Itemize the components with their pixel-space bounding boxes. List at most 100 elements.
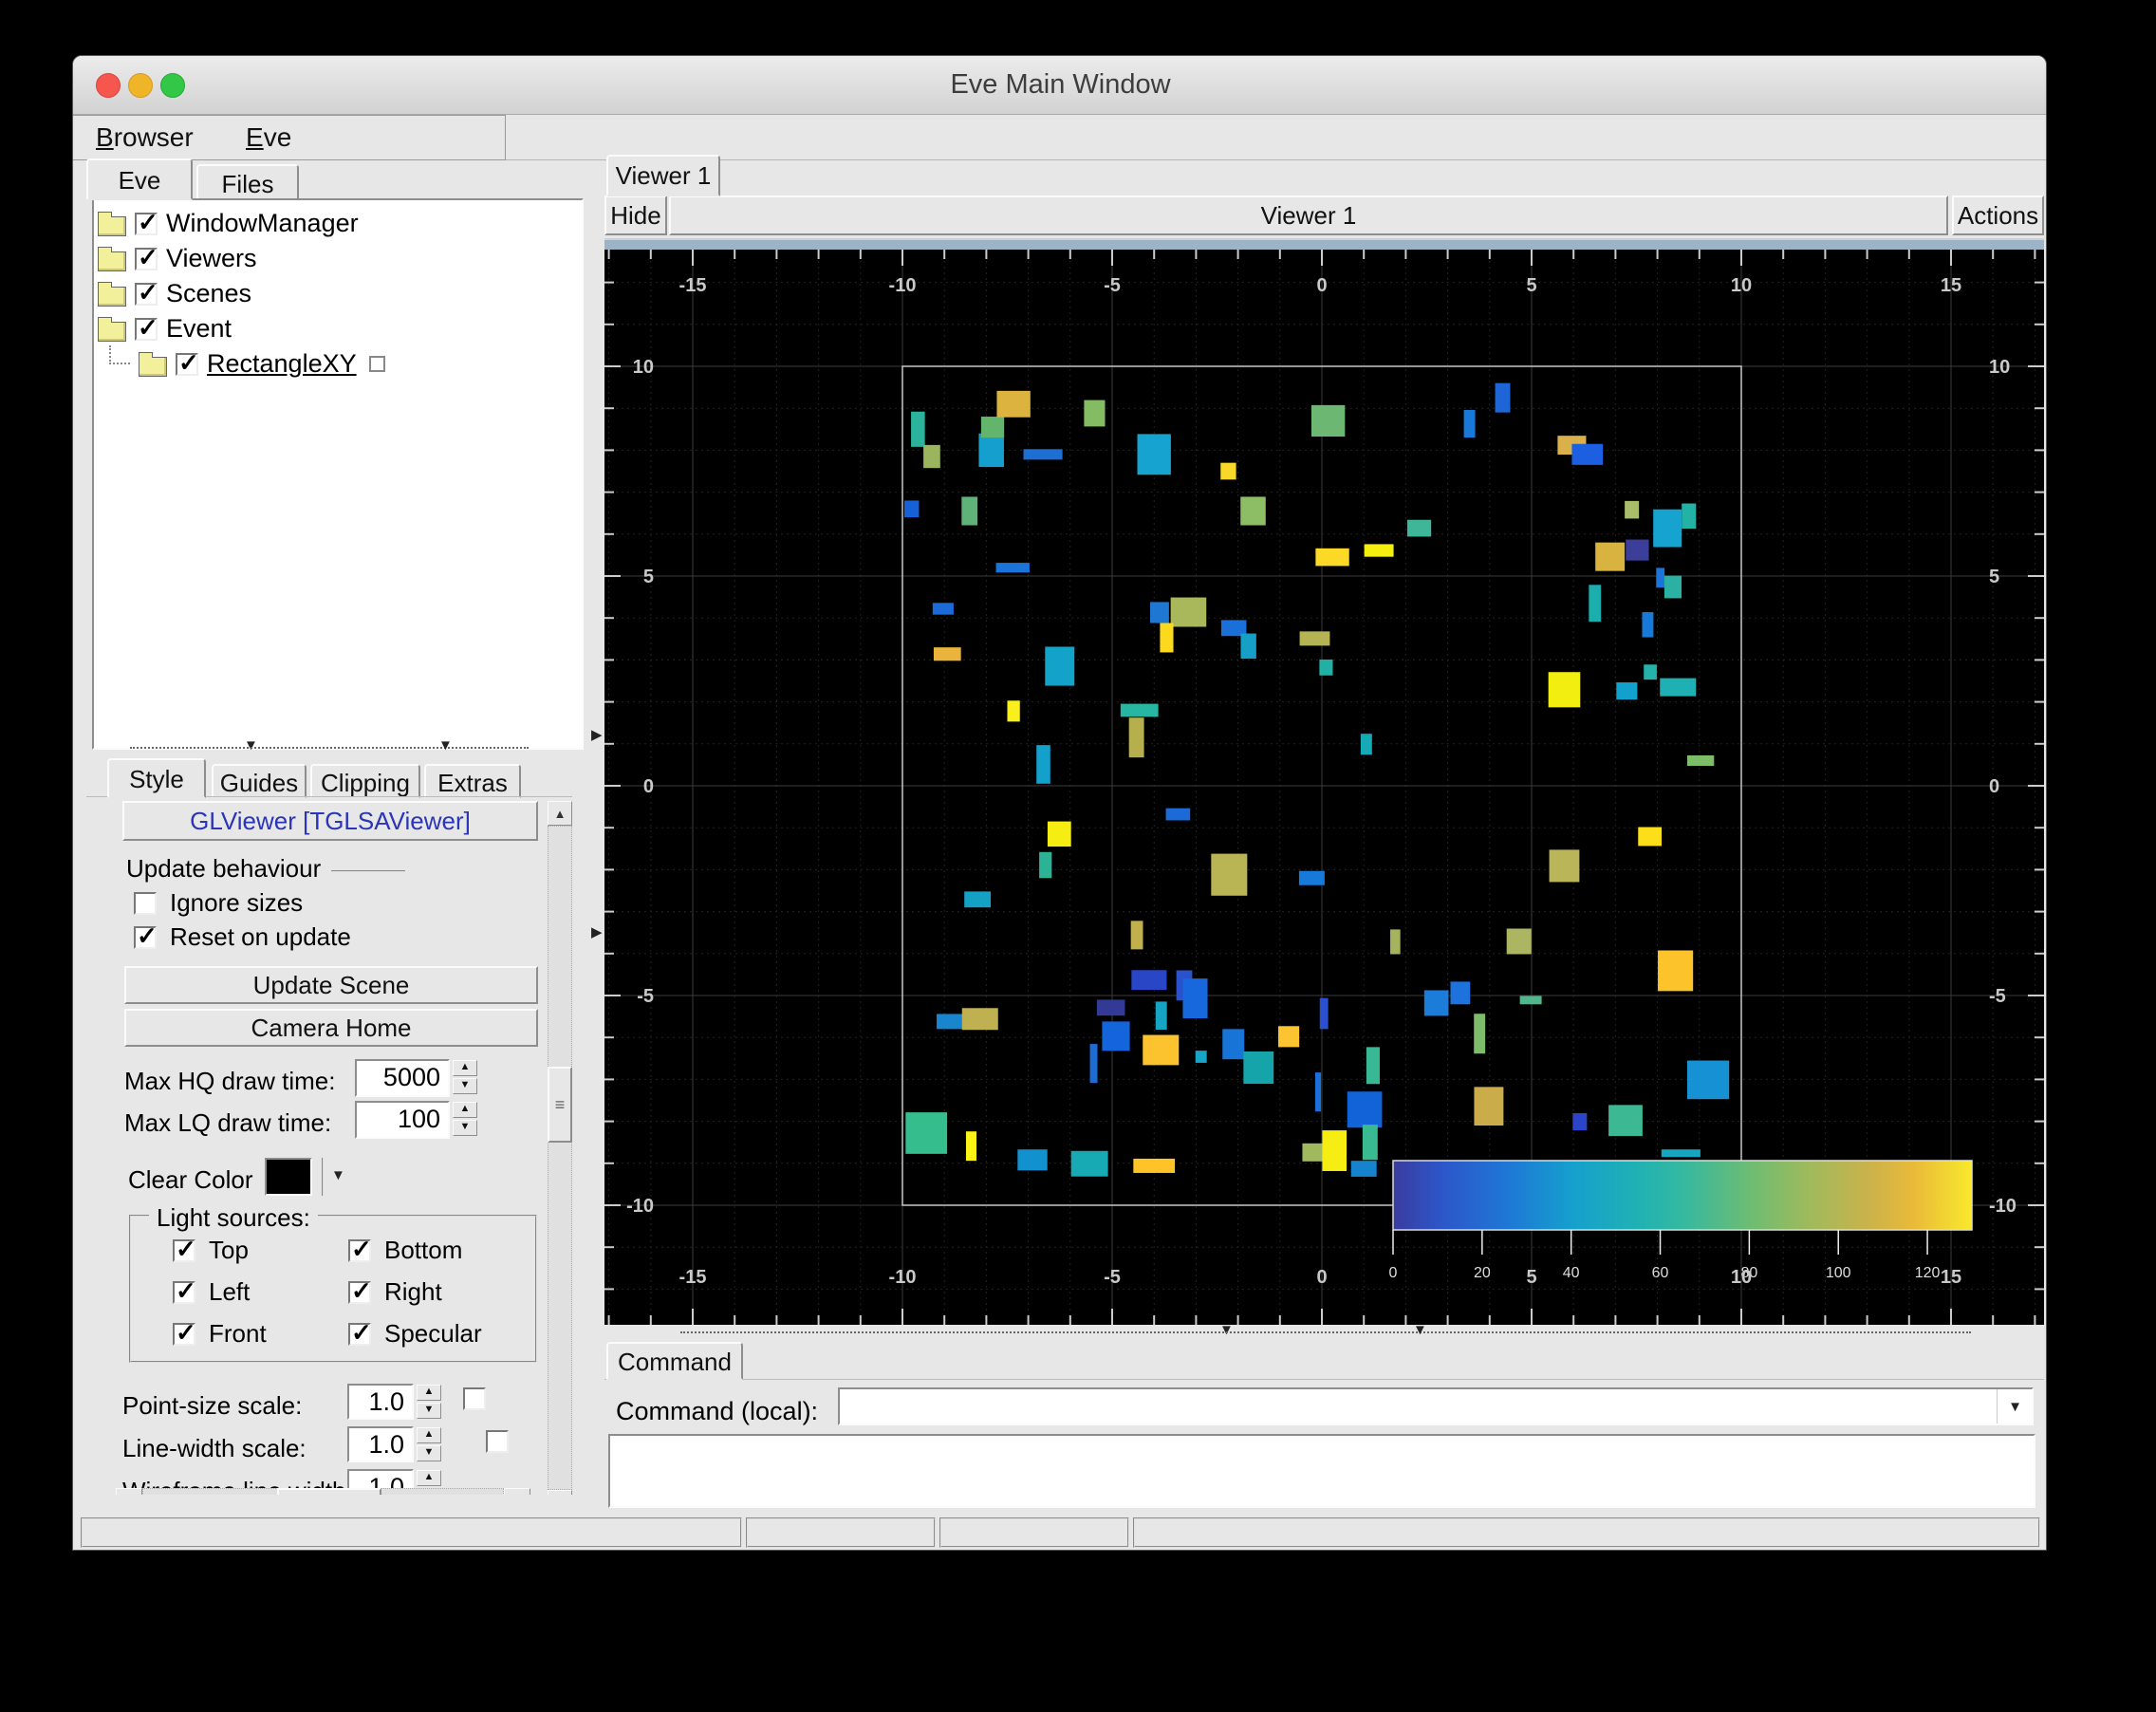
minimize-button[interactable] xyxy=(128,73,153,98)
max-hq-field[interactable]: 5000 xyxy=(355,1059,450,1097)
light-front-row[interactable]: Front xyxy=(173,1318,267,1349)
splitter-arrow-icon[interactable]: ▼ xyxy=(1219,1322,1234,1338)
tree-item-viewers[interactable]: Viewers xyxy=(98,241,578,276)
x-axis-tick-label: 5 xyxy=(1526,1267,1536,1288)
vscroll-track[interactable] xyxy=(548,826,572,1490)
tree-item-checkbox[interactable] xyxy=(135,313,158,343)
spin-down-icon[interactable]: ▼ xyxy=(453,1078,477,1094)
colorbar xyxy=(1392,1160,1973,1231)
actions-button[interactable]: Actions xyxy=(1952,195,2044,235)
max-lq-field[interactable]: 100 xyxy=(355,1101,450,1139)
tab-guides[interactable]: Guides xyxy=(212,764,307,798)
scale-row-spinner[interactable]: ▲▼ xyxy=(417,1385,441,1419)
max-lq-spinner[interactable]: ▲ ▼ xyxy=(453,1102,477,1136)
scene-rect xyxy=(1474,1014,1486,1054)
spin-up-icon[interactable]: ▲ xyxy=(417,1385,441,1401)
scroll-left-icon[interactable]: ◀ xyxy=(116,1488,142,1495)
max-hq-spinner[interactable]: ▲ ▼ xyxy=(453,1060,477,1094)
tab-files[interactable]: Files xyxy=(196,164,299,200)
viewer-header[interactable]: Viewer 1 xyxy=(669,195,1948,235)
panel-splitter-arrow-icon[interactable]: ▶ xyxy=(591,726,603,743)
spin-up-icon[interactable]: ▲ xyxy=(417,1427,441,1443)
command-combobox[interactable]: ▼ xyxy=(838,1387,2034,1425)
tab-viewer-1[interactable]: Viewer 1 xyxy=(606,155,720,196)
tab-clipping[interactable]: Clipping xyxy=(310,764,420,798)
splitter-arrow-icon[interactable]: ▼ xyxy=(438,737,453,754)
menu-eve[interactable]: Eve xyxy=(246,122,291,153)
scene-rect xyxy=(1133,1158,1176,1173)
tree-item-selection-box[interactable] xyxy=(368,356,385,372)
tree-item-label[interactable]: RectangleXY xyxy=(207,349,357,379)
update-scene-button[interactable]: Update Scene xyxy=(124,966,538,1004)
scene-rect xyxy=(1519,996,1542,1005)
light-specular-checkbox[interactable] xyxy=(348,1318,372,1348)
hscroll-thumb[interactable]: ||| xyxy=(277,1488,381,1495)
spin-down-icon[interactable]: ▼ xyxy=(453,1120,477,1136)
style-vscrollbar[interactable]: ▲ ≡ ▼ xyxy=(548,801,572,1495)
tab-command[interactable]: Command xyxy=(606,1342,743,1380)
spin-up-icon[interactable]: ▲ xyxy=(453,1060,477,1076)
viewport-canvas: 0 20 40 60 80 100 120-15-15-10-10-5-5005510101… xyxy=(604,250,2044,1325)
light-top-checkbox[interactable] xyxy=(173,1235,196,1264)
tree-item-checkbox[interactable] xyxy=(135,278,158,307)
spin-down-icon[interactable]: ▼ xyxy=(417,1445,441,1461)
tree-item-label[interactable]: Scenes xyxy=(166,279,251,308)
tree-item-label[interactable]: WindowManager xyxy=(166,209,359,238)
light-top-row[interactable]: Top xyxy=(173,1235,249,1265)
reset-on-update-row[interactable]: Reset on update xyxy=(134,921,351,952)
style-hscrollbar[interactable]: ◀ ||| ▶ xyxy=(116,1488,530,1495)
zoom-button[interactable] xyxy=(160,73,185,98)
scale-row-field[interactable]: 1.0 xyxy=(347,1384,414,1420)
tree-item-checkbox[interactable] xyxy=(176,348,199,378)
light-bottom-row[interactable]: Bottom xyxy=(348,1235,462,1265)
scale-row-checkbox[interactable] xyxy=(486,1430,509,1453)
tab-eve[interactable]: Eve xyxy=(86,158,193,200)
scroll-up-icon[interactable]: ▲ xyxy=(548,801,572,826)
splitter-arrow-icon[interactable]: ▼ xyxy=(244,737,258,754)
ignore-sizes-row[interactable]: Ignore sizes xyxy=(134,888,303,918)
scroll-right-icon[interactable]: ▶ xyxy=(504,1488,530,1495)
scale-row-field[interactable]: 1.0 xyxy=(347,1426,414,1462)
title-bar[interactable]: Eve Main Window xyxy=(73,56,2046,115)
panel-splitter-arrow-icon[interactable]: ▶ xyxy=(591,923,603,940)
tree-item-label[interactable]: Viewers xyxy=(166,244,257,273)
tab-style[interactable]: Style xyxy=(107,758,206,798)
tree-item-rectanglexy[interactable]: RectangleXY xyxy=(98,344,578,381)
light-front-checkbox[interactable] xyxy=(173,1318,196,1348)
light-left-row[interactable]: Left xyxy=(173,1276,250,1307)
vscroll-thumb[interactable]: ≡ xyxy=(548,1067,572,1143)
splitter-arrow-icon[interactable]: ▼ xyxy=(1413,1322,1427,1338)
light-right-checkbox[interactable] xyxy=(348,1276,372,1306)
clear-color-swatch[interactable] xyxy=(265,1158,312,1196)
menu-browser[interactable]: Browser xyxy=(96,122,194,153)
spin-up-icon[interactable]: ▲ xyxy=(453,1102,477,1118)
scene-rect xyxy=(1165,808,1191,821)
command-output[interactable] xyxy=(608,1434,2035,1508)
scroll-down-icon[interactable]: ▼ xyxy=(548,1490,572,1495)
reset-on-update-checkbox[interactable] xyxy=(134,921,158,951)
close-button[interactable] xyxy=(96,73,121,98)
tree-item-label[interactable]: Event xyxy=(166,314,232,344)
light-left-checkbox[interactable] xyxy=(173,1276,196,1306)
tree-item-event[interactable]: Event xyxy=(98,311,578,346)
glviewer-button[interactable]: GLViewer [TGLSAViewer] xyxy=(122,801,538,841)
spin-up-icon[interactable]: ▲ xyxy=(417,1470,441,1486)
combo-dropdown-icon[interactable]: ▼ xyxy=(2008,1399,2022,1415)
light-bottom-checkbox[interactable] xyxy=(348,1235,372,1264)
light-right-row[interactable]: Right xyxy=(348,1276,442,1307)
tree-item-scenes[interactable]: Scenes xyxy=(98,276,578,311)
spin-down-icon[interactable]: ▼ xyxy=(417,1403,441,1419)
scene-rect xyxy=(1638,827,1663,847)
ignore-sizes-checkbox[interactable] xyxy=(134,891,157,915)
tab-extras[interactable]: Extras xyxy=(424,764,521,798)
tree-item-checkbox[interactable] xyxy=(135,208,158,237)
camera-home-button[interactable]: Camera Home xyxy=(124,1009,538,1047)
clear-color-dropdown-icon[interactable]: ▼ xyxy=(331,1167,345,1183)
scale-row-spinner[interactable]: ▲▼ xyxy=(417,1427,441,1461)
light-specular-row[interactable]: Specular xyxy=(348,1318,482,1349)
tree-item-windowmanager[interactable]: WindowManager xyxy=(98,206,578,241)
hide-button[interactable]: Hide xyxy=(604,195,667,235)
gl-viewport[interactable]: 0 20 40 60 80 100 120 -15 -15 -10 -10 -5 -5 0 0 5 5 10 10 1… xyxy=(604,250,2044,1325)
tree-item-checkbox[interactable] xyxy=(135,243,158,272)
scale-row-checkbox[interactable] xyxy=(463,1387,486,1410)
